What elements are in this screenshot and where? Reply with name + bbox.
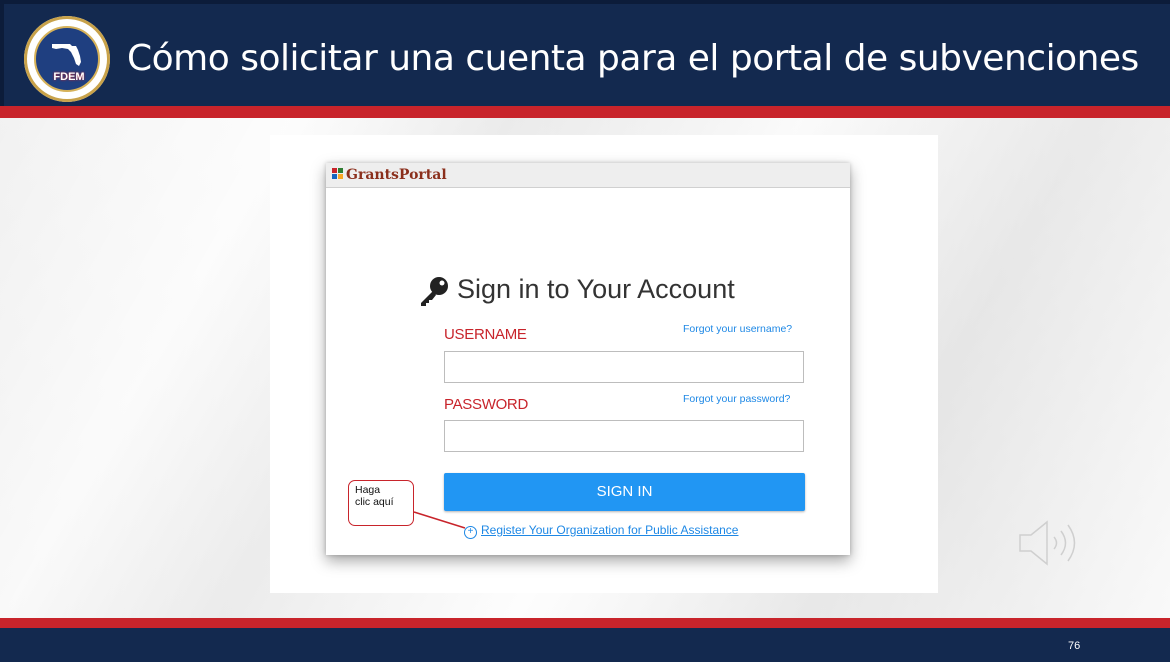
sign-in-button[interactable]: SIGN IN [444,473,805,511]
key-icon [421,277,448,306]
slide-header: FDEM Cómo solicitar una cuenta para el p… [0,0,1170,106]
speaker-icon[interactable] [1017,518,1097,568]
header-red-stripe [0,106,1170,118]
signin-heading: Sign in to Your Account [421,274,735,306]
florida-map-icon [52,44,81,66]
username-label: USERNAME [444,326,527,343]
footer-red-stripe [0,618,1170,628]
fdem-logo-text: FDEM [53,71,85,83]
signin-heading-text: Sign in to Your Account [457,274,735,304]
click-here-callout: Haga clic aquí [348,480,414,526]
portal-top-bar: GrantsPortal [326,163,850,188]
fdem-seal: FDEM [34,26,100,92]
grants-portal-brand-text: GrantsPortal [346,167,447,183]
callout-line-1: Haga [355,484,381,496]
fdem-logo: FDEM [24,16,110,102]
username-input[interactable] [444,351,804,383]
password-label: PASSWORD [444,396,528,413]
forgot-password-link[interactable]: Forgot your password? [683,393,790,405]
plus-circle-icon: + [464,526,477,539]
slide-title: Cómo solicitar una cuenta para el portal… [127,38,1139,79]
register-organization-link[interactable]: + Register Your Organization for Public A… [464,523,738,539]
password-input[interactable] [444,420,804,452]
callout-line-2: clic aquí [355,496,394,508]
slide-footer: 76 [0,628,1170,662]
grants-portal-logo-icon [332,168,343,179]
register-link-text: Register Your Organization for Public As… [481,523,739,537]
page-number: 76 [1068,640,1081,652]
grants-portal-logo[interactable]: GrantsPortal [332,167,447,183]
forgot-username-link[interactable]: Forgot your username? [683,323,792,335]
